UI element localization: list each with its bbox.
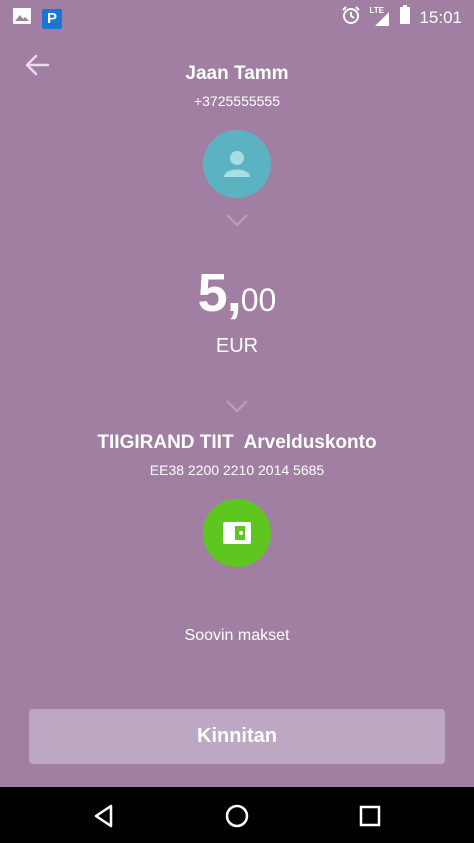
image-icon xyxy=(12,6,32,31)
recents-nav-icon[interactable] xyxy=(357,803,383,829)
clock: 15:01 xyxy=(419,7,462,27)
home-nav-icon[interactable] xyxy=(224,803,250,829)
recipient-name: Jaan Tamm xyxy=(185,63,289,84)
payment-description: Soovin makset xyxy=(184,627,290,644)
account-badge xyxy=(203,499,271,567)
back-nav-icon[interactable] xyxy=(91,803,117,829)
account-title: TIIGIRAND TIIT Arvelduskonto xyxy=(0,432,474,454)
alarm-icon xyxy=(341,5,361,30)
chevron-down-icon xyxy=(226,400,248,413)
amount-whole: 5, xyxy=(197,263,242,323)
recipient-phone: +3725555555 xyxy=(193,93,281,109)
parking-icon: P xyxy=(42,8,62,29)
status-bar: P LTE 15:01 xyxy=(0,0,474,30)
avatar xyxy=(203,130,271,198)
account-iban: EE38 2200 2210 2014 5685 xyxy=(149,462,325,478)
navigation-bar xyxy=(0,787,474,843)
person-icon xyxy=(224,151,250,177)
payment-confirmation-screen: P LTE 15:01 Jaan Tamm +3725555555 5,00 E… xyxy=(0,0,474,843)
account-owner: TIIGIRAND TIIT xyxy=(97,432,234,453)
currency-label: EUR xyxy=(215,335,259,357)
wallet-icon xyxy=(223,522,251,544)
amount-decimal: 00 xyxy=(240,282,277,318)
battery-icon xyxy=(399,5,411,30)
signal-icon: LTE xyxy=(369,6,391,28)
chevron-down-icon xyxy=(226,214,248,227)
payment-amount: 5,00 xyxy=(0,262,474,324)
confirm-button[interactable]: Kinnitan xyxy=(29,709,445,764)
account-type: Arvelduskonto xyxy=(243,432,377,453)
